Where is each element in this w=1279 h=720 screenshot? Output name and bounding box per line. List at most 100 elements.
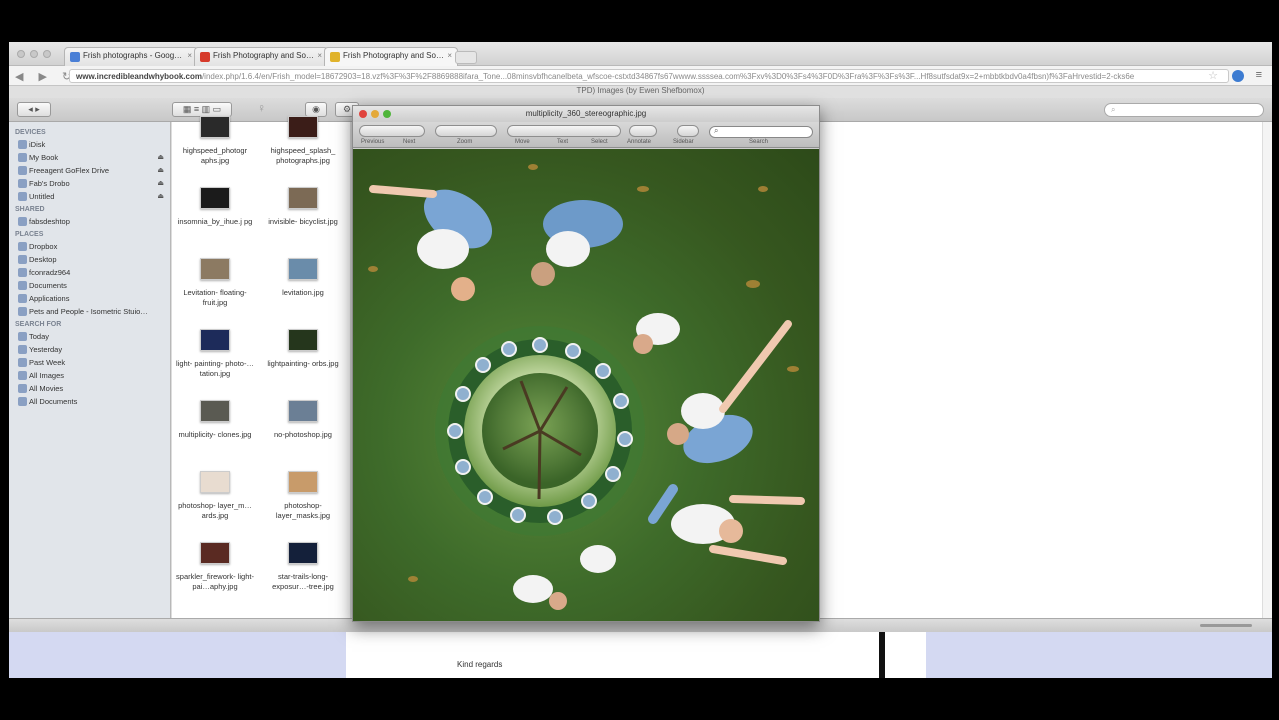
sidebar-item[interactable]: Yesterday xyxy=(9,343,170,356)
sidebar-item-label: Fab's Drobo xyxy=(29,179,70,188)
preview-toolbar: ⌕ Previous Next Zoom Move Text Select An… xyxy=(353,122,819,148)
toolbar-label: Previous xyxy=(361,139,385,145)
eject-icon[interactable]: ⏏ xyxy=(157,164,164,177)
eye-icon[interactable]: ◉ xyxy=(305,102,327,117)
file-item[interactable]: star-trails-long- exposur…-tree.jpg xyxy=(260,542,346,592)
sidebar-item[interactable]: fabsdeshtop xyxy=(9,215,170,228)
finder-empty-pane xyxy=(819,122,1262,618)
preview-zoom-button[interactable] xyxy=(383,110,391,118)
close-window-button[interactable] xyxy=(17,50,25,58)
sidebar-item-icon xyxy=(18,217,27,226)
toolbar-label: Next xyxy=(403,139,416,145)
preview-minimize-button[interactable] xyxy=(371,110,379,118)
file-item[interactable]: insomnia_by_ihue.j pg xyxy=(172,187,258,227)
sidebar-item[interactable]: Past Week xyxy=(9,356,170,369)
sidebar-item[interactable]: Applications xyxy=(9,292,170,305)
back-forward-button[interactable]: ◂ ▸ xyxy=(17,102,51,117)
sidebar-item[interactable]: Dropbox xyxy=(9,240,170,253)
toolbar-label: Text xyxy=(557,139,569,145)
zoom-window-button[interactable] xyxy=(43,50,51,58)
new-tab-button[interactable] xyxy=(455,51,477,64)
sidebar-item[interactable]: Fab's Drobo ⏏ xyxy=(9,177,170,190)
file-item[interactable]: Levitation- floating-fruit.jpg xyxy=(172,258,258,308)
sidebar-toggle-button[interactable] xyxy=(677,125,699,137)
sidebar-item-icon xyxy=(18,281,27,290)
file-item[interactable]: invisible- bicyclist.jpg xyxy=(260,187,346,227)
finder-sidebar: DEVICES iDisk My Book ⏏ Freeagent GoFlex Dri… xyxy=(9,122,171,622)
sidebar-item-icon xyxy=(18,166,27,175)
sidebar-item[interactable]: Freeagent GoFlex Drive ⏏ xyxy=(9,164,170,177)
sidebar-item-label: Dropbox xyxy=(29,242,58,251)
browser-tab-1[interactable]: Frish photographs - Goog… × xyxy=(64,47,198,66)
prev-next-button[interactable] xyxy=(359,125,425,137)
file-item[interactable]: photoshop- layer_masks.jpg xyxy=(260,471,346,521)
file-name: multiplicity- clones.jpg xyxy=(178,430,252,439)
close-tab-icon[interactable]: × xyxy=(447,51,452,60)
url-host: www.incredibleandwhybook.com xyxy=(76,72,202,81)
sidebar-item[interactable]: Documents xyxy=(9,279,170,292)
preview-close-button[interactable] xyxy=(359,110,367,118)
sidebar-item-label: All Movies xyxy=(29,384,64,393)
file-name: lightpainting- orbs.jpg xyxy=(267,359,339,368)
zoom-button[interactable] xyxy=(435,125,497,137)
icon-size-slider[interactable] xyxy=(1200,624,1252,627)
wrench-menu-icon[interactable]: ≡ xyxy=(1256,69,1262,81)
browser-tab-3[interactable]: Frish Photography and So… × xyxy=(324,47,458,66)
quicklook-icon[interactable]: ♀ xyxy=(257,101,266,115)
file-item[interactable]: highspeed_splash_ photographs.jpg xyxy=(260,116,346,166)
file-item[interactable]: sparkler_firework- light-pai…aphy.jpg xyxy=(172,542,258,592)
search-icon: ⌕ xyxy=(714,126,719,135)
sidebar-item-icon xyxy=(18,332,27,341)
sidebar-item-icon xyxy=(18,140,27,149)
sidebar-item[interactable]: Untitled ⏏ xyxy=(9,190,170,203)
bookmark-star-icon[interactable]: ☆ xyxy=(1208,69,1218,82)
sidebar-item-label: fabsdeshtop xyxy=(29,217,70,226)
file-name: Levitation- floating-fruit.jpg xyxy=(183,288,247,307)
sidebar-section-heading: SEARCH FOR xyxy=(15,321,62,328)
minimize-window-button[interactable] xyxy=(30,50,38,58)
sidebar-item[interactable]: iDisk xyxy=(9,138,170,151)
preview-search-field[interactable]: ⌕ xyxy=(709,126,813,138)
file-item[interactable]: multiplicity- clones.jpg xyxy=(172,400,258,440)
file-item[interactable]: levitation.jpg xyxy=(260,258,346,298)
sidebar-item[interactable]: All Movies xyxy=(9,382,170,395)
file-item[interactable]: lightpainting- orbs.jpg xyxy=(260,329,346,369)
file-name: star-trails-long- exposur…-tree.jpg xyxy=(272,572,334,591)
sidebar-item[interactable]: Desktop xyxy=(9,253,170,266)
file-item[interactable]: highspeed_photogr aphs.jpg xyxy=(172,116,258,166)
file-thumbnail xyxy=(200,187,230,209)
sidebar-item-label: Past Week xyxy=(29,358,66,367)
annotate-button[interactable] xyxy=(629,125,657,137)
tool-mode-button[interactable] xyxy=(507,125,621,137)
sidebar-item[interactable]: All Documents xyxy=(9,395,170,408)
sidebar-section-heading: SHARED xyxy=(15,206,45,213)
sidebar-item[interactable]: Pets and People - Isometric Stuio… xyxy=(9,305,170,318)
eject-icon[interactable]: ⏏ xyxy=(157,190,164,203)
close-tab-icon[interactable]: × xyxy=(317,51,322,60)
view-mode-buttons[interactable]: ▦ ≡ ▥ ▭ xyxy=(172,102,232,117)
eject-icon[interactable]: ⏏ xyxy=(157,177,164,190)
back-forward-reload-icons[interactable]: ◀ ▶ ↻ xyxy=(15,70,77,83)
sidebar-item-label: Untitled xyxy=(29,192,55,201)
file-thumbnail xyxy=(200,329,230,351)
finder-search-field[interactable]: ⌕ xyxy=(1104,103,1264,117)
sidebar-item-icon xyxy=(18,255,27,264)
sidebar-item[interactable]: My Book ⏏ xyxy=(9,151,170,164)
vertical-scrollbar[interactable] xyxy=(1262,122,1272,618)
file-item[interactable]: light- painting- photo-…tation.jpg xyxy=(172,329,258,379)
sidebar-item-label: Today xyxy=(29,332,50,341)
sidebar-item[interactable]: fconradz964 xyxy=(9,266,170,279)
eject-icon[interactable]: ⏏ xyxy=(157,151,164,164)
file-item[interactable]: no-photoshop.jpg xyxy=(260,400,346,440)
browser-tab-2[interactable]: Frish Photography and So… × xyxy=(194,47,328,66)
sidebar-item[interactable]: All Images xyxy=(9,369,170,382)
sidebar-item[interactable]: Today xyxy=(9,330,170,343)
close-tab-icon[interactable]: × xyxy=(187,51,192,60)
file-name: photoshop- layer_masks.jpg xyxy=(275,501,331,520)
sidebar-item-icon xyxy=(18,307,27,316)
url-field[interactable]: www.incredibleandwhybook.com/index.php/1… xyxy=(69,69,1229,83)
file-item[interactable]: photoshop- layer_m…ards.jpg xyxy=(172,471,258,521)
sidebar-item-icon xyxy=(18,384,27,393)
sidebar-item-icon xyxy=(18,345,27,354)
extension-icon[interactable] xyxy=(1232,70,1244,82)
